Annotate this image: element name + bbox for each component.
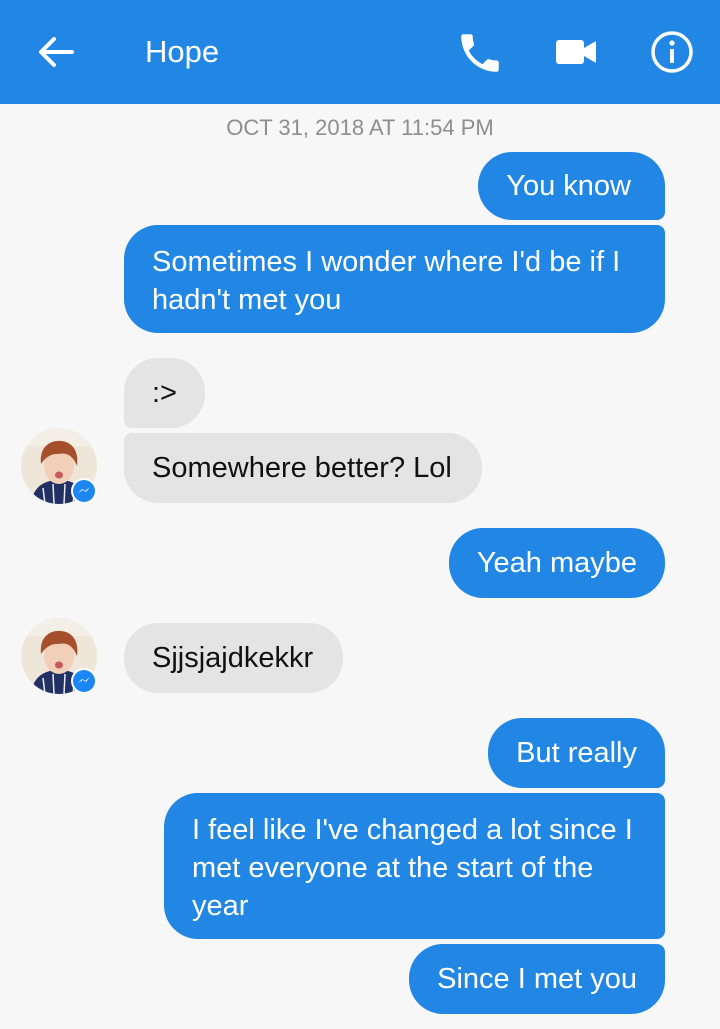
incoming-message[interactable]: Somewhere better? Lol xyxy=(124,433,482,503)
info-button[interactable] xyxy=(648,28,696,76)
back-button[interactable] xyxy=(30,26,82,78)
outgoing-message[interactable]: But really xyxy=(488,718,665,788)
video-call-button[interactable] xyxy=(552,32,600,72)
conversation-header: Hope xyxy=(0,0,720,104)
incoming-message[interactable]: Sjjsjajdkekkr xyxy=(124,623,344,693)
messenger-icon xyxy=(73,480,95,502)
messenger-icon xyxy=(73,670,95,692)
info-icon xyxy=(651,31,693,73)
messenger-badge xyxy=(71,478,97,504)
outgoing-message[interactable]: I feel like I've changed a lot since I m… xyxy=(164,793,665,939)
outgoing-message[interactable]: Sometimes I wonder where I'd be if I had… xyxy=(124,225,665,333)
contact-name[interactable]: Hope xyxy=(145,32,219,72)
arrow-left-icon xyxy=(39,37,74,67)
voice-call-button[interactable] xyxy=(455,28,505,78)
message-timestamp: OCT 31, 2018 AT 11:54 PM xyxy=(226,115,494,140)
phone-icon xyxy=(461,34,499,72)
incoming-message[interactable]: :> xyxy=(124,358,205,428)
outgoing-message[interactable]: Yeah maybe xyxy=(448,528,665,598)
video-camera-icon xyxy=(556,40,596,64)
messenger-badge xyxy=(71,668,97,694)
outgoing-message[interactable]: You know xyxy=(478,152,665,220)
outgoing-message[interactable]: Since I met you xyxy=(409,944,665,1014)
